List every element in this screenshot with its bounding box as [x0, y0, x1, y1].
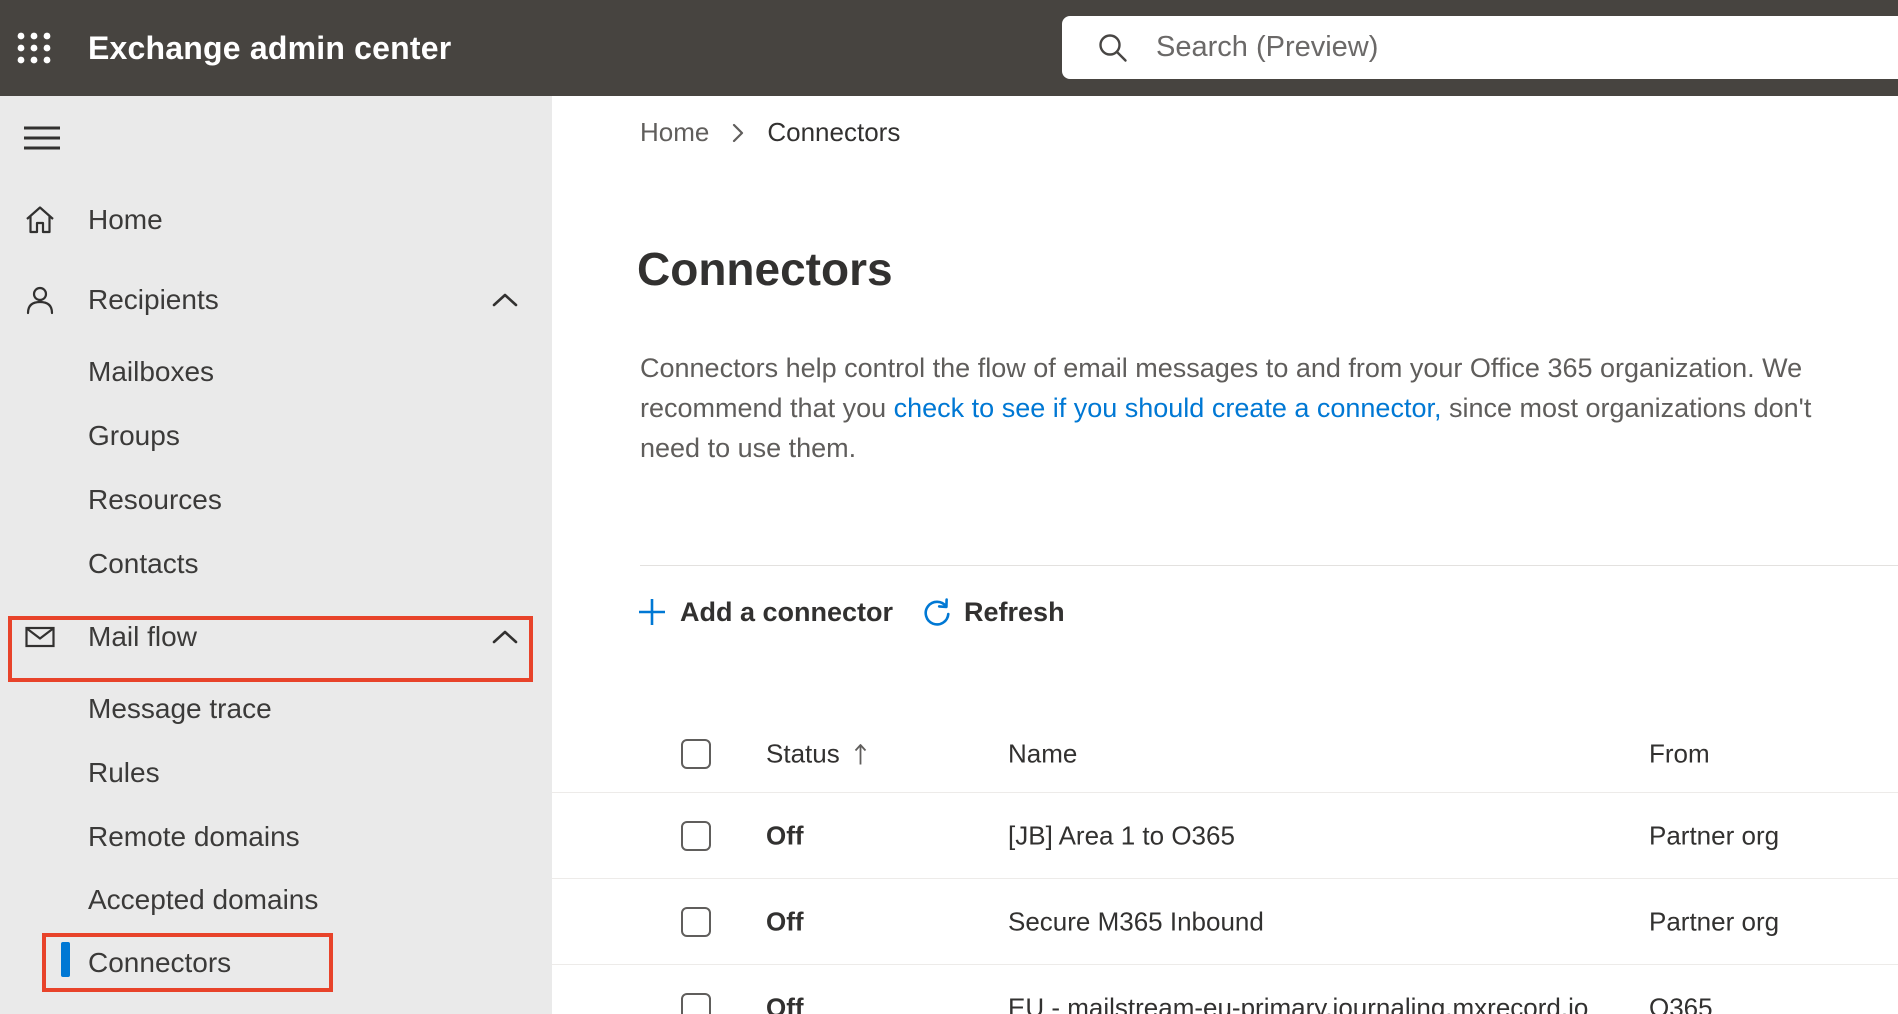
from-cell: O365 [1649, 992, 1713, 1014]
sidebar-item-label: Home [88, 204, 163, 235]
chevron-up-icon[interactable] [492, 292, 518, 308]
from-cell: Partner org [1649, 820, 1780, 850]
sidebar-item-label: Mail flow [88, 621, 197, 652]
sidebar-item-groups[interactable]: Groups [0, 404, 552, 468]
status-cell: Off [766, 992, 804, 1014]
sidebar: Home Recipients Mailboxes Groups Resourc… [0, 96, 552, 1014]
sidebar-item-label: Mailboxes [88, 356, 215, 387]
table-row[interactable]: Off [JB] Area 1 to O365 Partner org [552, 793, 1898, 879]
topbar: Exchange admin center [0, 0, 1898, 96]
sidebar-item-label: Connectors [88, 947, 232, 978]
name-cell[interactable]: EU - mailstream-eu-primary.journaling.mx… [1008, 993, 1588, 1014]
refresh-button[interactable]: Refresh [921, 597, 1065, 628]
chevron-right-icon [733, 123, 744, 143]
refresh-label: Refresh [964, 596, 1065, 627]
sidebar-item-label: Accepted domains [88, 884, 319, 915]
sidebar-item-label: Message trace [88, 693, 272, 724]
sidebar-item-resources[interactable]: Resources [0, 468, 552, 532]
sidebar-item-connectors[interactable]: Connectors [0, 931, 552, 995]
sidebar-item-recipients[interactable]: Recipients [0, 268, 552, 332]
row-checkbox[interactable] [681, 906, 711, 937]
home-icon [23, 203, 57, 237]
select-all-checkbox[interactable] [681, 739, 711, 769]
sidebar-item-label: Resources [88, 484, 222, 515]
person-icon [23, 283, 57, 317]
main-content: Home Connectors Connectors Connectors he… [552, 96, 1898, 1014]
mail-icon [23, 620, 57, 654]
status-header-label: Status [766, 738, 840, 769]
hamburger-menu-icon[interactable] [23, 124, 61, 152]
app-title: Exchange admin center [88, 29, 452, 66]
name-cell[interactable]: [JB] Area 1 to O365 [1008, 820, 1235, 851]
add-connector-button[interactable]: Add a connector [637, 597, 893, 628]
toolbar-divider [640, 565, 1898, 566]
global-search[interactable] [1062, 16, 1898, 79]
sidebar-item-label: Rules [88, 757, 160, 788]
sidebar-item-mail-flow[interactable]: Mail flow [0, 605, 552, 669]
breadcrumb-home-link[interactable]: Home [640, 117, 709, 148]
sidebar-item-home[interactable]: Home [0, 188, 552, 252]
from-cell: Partner org [1649, 906, 1780, 936]
table-header: Status Name From [552, 716, 1898, 793]
breadcrumb-current: Connectors [767, 116, 901, 147]
sidebar-item-rules[interactable]: Rules [0, 741, 552, 805]
add-connector-label: Add a connector [680, 596, 894, 627]
refresh-icon [924, 598, 950, 626]
plus-icon [639, 599, 665, 625]
page-title: Connectors [637, 243, 893, 295]
status-cell: Off [766, 820, 804, 850]
column-header-from[interactable]: From [1649, 739, 1710, 770]
sidebar-item-label: Contacts [88, 548, 199, 579]
sidebar-item-label: Groups [88, 420, 180, 451]
sidebar-item-accepted-domains[interactable]: Accepted domains [0, 868, 552, 932]
app-launcher-icon[interactable] [12, 26, 56, 70]
page-description: Connectors help control the flow of emai… [640, 348, 1855, 468]
name-cell[interactable]: Secure M365 Inbound [1008, 906, 1264, 937]
search-icon [1099, 33, 1127, 62]
sidebar-item-contacts[interactable]: Contacts [0, 532, 552, 596]
sidebar-item-mailboxes[interactable]: Mailboxes [0, 340, 552, 404]
breadcrumb: Home Connectors [640, 116, 900, 148]
column-header-status[interactable]: Status [766, 739, 867, 770]
sidebar-item-label: Remote domains [88, 821, 300, 852]
status-cell: Off [766, 906, 804, 936]
sidebar-item-message-trace[interactable]: Message trace [0, 677, 552, 741]
chevron-up-icon[interactable] [492, 629, 518, 645]
table-row[interactable]: Off EU - mailstream-eu-primary.journalin… [552, 965, 1898, 1014]
check-connector-link[interactable]: check to see if you should create a conn… [894, 393, 1442, 423]
sidebar-item-remote-domains[interactable]: Remote domains [0, 805, 552, 869]
waffle-icon [17, 32, 51, 64]
search-input[interactable] [1156, 31, 1898, 64]
row-checkbox[interactable] [681, 820, 711, 851]
table-row[interactable]: Off Secure M365 Inbound Partner org [552, 879, 1898, 965]
row-checkbox[interactable] [681, 993, 711, 1014]
column-header-name[interactable]: Name [1008, 739, 1077, 770]
sort-ascending-icon [854, 743, 866, 764]
toolbar: Add a connector Refresh [637, 584, 1065, 640]
sidebar-item-label: Recipients [88, 284, 219, 315]
